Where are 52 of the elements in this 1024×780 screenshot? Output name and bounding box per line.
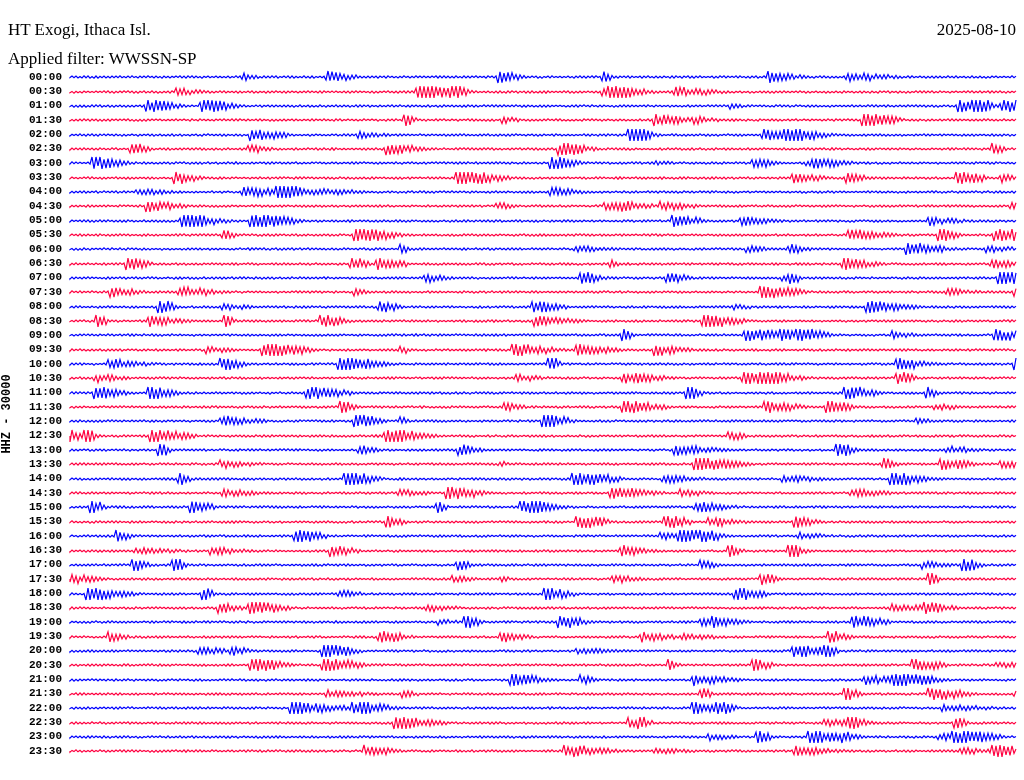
time-label: 01:00: [28, 100, 63, 112]
time-label: 12:30: [28, 430, 63, 442]
time-label: 02:30: [28, 143, 63, 155]
time-label: 08:30: [28, 315, 63, 327]
time-label: 14:00: [28, 473, 63, 485]
date-label: 2025-08-10: [936, 20, 1016, 41]
time-label: 21:00: [28, 674, 63, 686]
time-label: 23:00: [28, 731, 63, 743]
time-label: 18:30: [28, 602, 63, 614]
time-label: 12:00: [28, 415, 63, 427]
time-label: 00:30: [28, 86, 63, 97]
time-label: 22:30: [28, 717, 63, 729]
channel-label: HHZ - 30000: [0, 374, 15, 454]
time-label: 13:30: [28, 458, 63, 470]
time-label: 11:30: [28, 401, 63, 413]
time-label: 02:00: [28, 129, 63, 141]
time-label: 09:00: [28, 329, 63, 341]
time-label: 07:00: [28, 272, 63, 284]
time-label: 07:30: [28, 286, 63, 298]
time-label: 18:00: [28, 588, 63, 600]
time-label: 08:00: [28, 301, 63, 313]
time-label: 23:30: [28, 745, 63, 757]
time-label: 03:30: [28, 172, 63, 184]
time-label: 16:30: [28, 545, 63, 556]
time-label: 09:30: [28, 344, 63, 356]
time-label: 17:30: [28, 573, 63, 585]
time-label: 00:00: [28, 71, 63, 83]
time-label: 16:00: [28, 530, 63, 542]
time-label: 13:00: [28, 444, 63, 456]
time-label: 17:00: [28, 559, 63, 571]
time-label: 15:30: [28, 516, 63, 528]
time-label: 20:30: [28, 659, 63, 671]
time-label: 19:00: [28, 616, 63, 628]
time-label: 06:00: [28, 243, 63, 255]
time-label: 19:30: [28, 631, 63, 643]
time-label: 21:30: [28, 688, 63, 700]
time-label: 05:00: [28, 215, 63, 227]
time-label: 20:00: [28, 645, 63, 657]
time-label: 10:30: [28, 372, 63, 384]
time-label: 15:00: [28, 502, 63, 513]
time-label: 14:30: [28, 487, 63, 499]
time-label: 04:30: [28, 200, 63, 212]
station-title: HT Exogi, Ithaca Isl.: [8, 20, 151, 41]
time-label: 11:00: [28, 387, 63, 399]
time-label: 04:00: [28, 186, 63, 198]
time-label: 05:30: [28, 229, 63, 241]
time-label: 03:00: [28, 157, 63, 169]
time-label: 22:00: [28, 702, 63, 714]
time-label: 10:00: [28, 358, 63, 370]
time-label: 01:30: [28, 114, 63, 126]
time-label: 06:30: [28, 258, 63, 270]
filter-label: Applied filter: WWSSN-SP: [8, 49, 197, 68]
